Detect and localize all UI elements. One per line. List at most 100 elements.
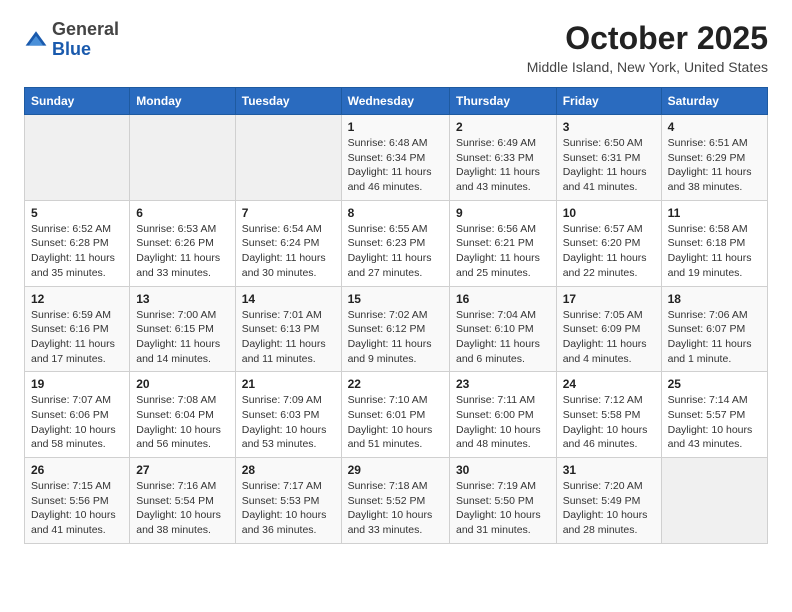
table-cell: 21 Sunrise: 7:09 AM Sunset: 6:03 PM Dayli…: [235, 372, 341, 458]
table-cell: 9 Sunrise: 6:56 AM Sunset: 6:21 PM Daylig…: [450, 200, 557, 286]
day-info: Sunrise: 7:09 AM Sunset: 6:03 PM Dayligh…: [242, 393, 335, 452]
day-number: 3: [563, 120, 655, 134]
day-info: Sunrise: 7:14 AM Sunset: 5:57 PM Dayligh…: [668, 393, 761, 452]
day-info: Sunrise: 7:12 AM Sunset: 5:58 PM Dayligh…: [563, 393, 655, 452]
table-cell: 12Sunrise: 6:59 AM Sunset: 6:16 PM Dayli…: [25, 286, 130, 372]
table-cell: 19 Sunrise: 7:07 AM Sunset: 6:06 PM Dayli…: [25, 372, 130, 458]
logo-icon: [24, 28, 48, 52]
table-cell: 31 Sunrise: 7:20 AM Sunset: 5:49 PM Dayli…: [556, 458, 661, 544]
calendar-week-5: 26 Sunrise: 7:15 AM Sunset: 5:56 PM Dayli…: [25, 458, 768, 544]
day-info: Sunrise: 7:16 AM Sunset: 5:54 PM Dayligh…: [136, 479, 229, 538]
table-cell: [661, 458, 767, 544]
logo: General Blue: [24, 20, 119, 60]
day-number: 9: [456, 206, 550, 220]
day-info: Sunrise: 7:11 AM Sunset: 6:00 PM Dayligh…: [456, 393, 550, 452]
day-info: Sunrise: 7:10 AM Sunset: 6:01 PM Dayligh…: [348, 393, 443, 452]
day-number: 13: [136, 292, 229, 306]
day-number: 8: [348, 206, 443, 220]
day-number: 4: [668, 120, 761, 134]
calendar-week-3: 12Sunrise: 6:59 AM Sunset: 6:16 PM Dayli…: [25, 286, 768, 372]
weekday-header-thursday: Thursday: [450, 88, 557, 115]
logo-general: General: [52, 19, 119, 39]
day-info: Sunrise: 7:07 AM Sunset: 6:06 PM Dayligh…: [31, 393, 123, 452]
table-cell: 17Sunrise: 7:05 AM Sunset: 6:09 PM Dayli…: [556, 286, 661, 372]
table-cell: 29 Sunrise: 7:18 AM Sunset: 5:52 PM Dayli…: [341, 458, 449, 544]
location: Middle Island, New York, United States: [527, 59, 768, 75]
day-number: 16: [456, 292, 550, 306]
day-info: Sunrise: 6:56 AM Sunset: 6:21 PM Dayligh…: [456, 222, 550, 281]
day-info: Sunrise: 6:50 AM Sunset: 6:31 PM Dayligh…: [563, 136, 655, 195]
day-info: Sunrise: 6:53 AM Sunset: 6:26 PM Dayligh…: [136, 222, 229, 281]
day-info: Sunrise: 7:17 AM Sunset: 5:53 PM Dayligh…: [242, 479, 335, 538]
day-info: Sunrise: 7:01 AM Sunset: 6:13 PM Dayligh…: [242, 308, 335, 367]
page-header: General Blue October 2025 Middle Island,…: [24, 20, 768, 75]
day-number: 29: [348, 463, 443, 477]
table-cell: 20Sunrise: 7:08 AM Sunset: 6:04 PM Dayli…: [130, 372, 236, 458]
day-number: 1: [348, 120, 443, 134]
table-cell: 28 Sunrise: 7:17 AM Sunset: 5:53 PM Dayli…: [235, 458, 341, 544]
calendar-week-1: 1 Sunrise: 6:48 AM Sunset: 6:34 PM Daylig…: [25, 115, 768, 201]
day-number: 10: [563, 206, 655, 220]
table-cell: 13Sunrise: 7:00 AM Sunset: 6:15 PM Dayli…: [130, 286, 236, 372]
day-number: 20: [136, 377, 229, 391]
day-info: Sunrise: 7:19 AM Sunset: 5:50 PM Dayligh…: [456, 479, 550, 538]
day-number: 31: [563, 463, 655, 477]
month-title: October 2025: [527, 20, 768, 57]
day-number: 25: [668, 377, 761, 391]
day-info: Sunrise: 7:18 AM Sunset: 5:52 PM Dayligh…: [348, 479, 443, 538]
calendar-table: SundayMondayTuesdayWednesdayThursdayFrid…: [24, 87, 768, 544]
calendar-week-2: 5Sunrise: 6:52 AM Sunset: 6:28 PM Daylig…: [25, 200, 768, 286]
table-cell: 16 Sunrise: 7:04 AM Sunset: 6:10 PM Dayli…: [450, 286, 557, 372]
day-number: 22: [348, 377, 443, 391]
day-info: Sunrise: 6:54 AM Sunset: 6:24 PM Dayligh…: [242, 222, 335, 281]
weekday-header-row: SundayMondayTuesdayWednesdayThursdayFrid…: [25, 88, 768, 115]
table-cell: 2 Sunrise: 6:49 AM Sunset: 6:33 PM Daylig…: [450, 115, 557, 201]
day-info: Sunrise: 7:20 AM Sunset: 5:49 PM Dayligh…: [563, 479, 655, 538]
table-cell: 30 Sunrise: 7:19 AM Sunset: 5:50 PM Dayli…: [450, 458, 557, 544]
day-info: Sunrise: 6:58 AM Sunset: 6:18 PM Dayligh…: [668, 222, 761, 281]
day-info: Sunrise: 6:48 AM Sunset: 6:34 PM Dayligh…: [348, 136, 443, 195]
table-cell: [130, 115, 236, 201]
table-cell: 7Sunrise: 6:54 AM Sunset: 6:24 PM Daylig…: [235, 200, 341, 286]
table-cell: 10 Sunrise: 6:57 AM Sunset: 6:20 PM Dayli…: [556, 200, 661, 286]
table-cell: 6 Sunrise: 6:53 AM Sunset: 6:26 PM Daylig…: [130, 200, 236, 286]
table-cell: [235, 115, 341, 201]
day-number: 30: [456, 463, 550, 477]
day-number: 28: [242, 463, 335, 477]
weekday-header-monday: Monday: [130, 88, 236, 115]
weekday-header-tuesday: Tuesday: [235, 88, 341, 115]
table-cell: 27Sunrise: 7:16 AM Sunset: 5:54 PM Dayli…: [130, 458, 236, 544]
day-number: 19: [31, 377, 123, 391]
title-block: October 2025 Middle Island, New York, Un…: [527, 20, 768, 75]
day-number: 15: [348, 292, 443, 306]
day-number: 12: [31, 292, 123, 306]
table-cell: 23 Sunrise: 7:11 AM Sunset: 6:00 PM Dayli…: [450, 372, 557, 458]
day-info: Sunrise: 6:52 AM Sunset: 6:28 PM Dayligh…: [31, 222, 123, 281]
day-info: Sunrise: 6:51 AM Sunset: 6:29 PM Dayligh…: [668, 136, 761, 195]
day-number: 2: [456, 120, 550, 134]
day-info: Sunrise: 6:49 AM Sunset: 6:33 PM Dayligh…: [456, 136, 550, 195]
day-number: 21: [242, 377, 335, 391]
day-number: 11: [668, 206, 761, 220]
logo-text: General Blue: [52, 20, 119, 60]
day-info: Sunrise: 6:55 AM Sunset: 6:23 PM Dayligh…: [348, 222, 443, 281]
table-cell: 3 Sunrise: 6:50 AM Sunset: 6:31 PM Daylig…: [556, 115, 661, 201]
table-cell: 11 Sunrise: 6:58 AM Sunset: 6:18 PM Dayli…: [661, 200, 767, 286]
day-number: 17: [563, 292, 655, 306]
day-number: 18: [668, 292, 761, 306]
day-number: 6: [136, 206, 229, 220]
day-info: Sunrise: 7:04 AM Sunset: 6:10 PM Dayligh…: [456, 308, 550, 367]
table-cell: 15Sunrise: 7:02 AM Sunset: 6:12 PM Dayli…: [341, 286, 449, 372]
day-number: 23: [456, 377, 550, 391]
table-cell: 5Sunrise: 6:52 AM Sunset: 6:28 PM Daylig…: [25, 200, 130, 286]
table-cell: [25, 115, 130, 201]
table-cell: 8 Sunrise: 6:55 AM Sunset: 6:23 PM Daylig…: [341, 200, 449, 286]
day-info: Sunrise: 7:06 AM Sunset: 6:07 PM Dayligh…: [668, 308, 761, 367]
table-cell: 14Sunrise: 7:01 AM Sunset: 6:13 PM Dayli…: [235, 286, 341, 372]
day-info: Sunrise: 7:15 AM Sunset: 5:56 PM Dayligh…: [31, 479, 123, 538]
table-cell: 24 Sunrise: 7:12 AM Sunset: 5:58 PM Dayli…: [556, 372, 661, 458]
day-number: 24: [563, 377, 655, 391]
weekday-header-friday: Friday: [556, 88, 661, 115]
day-number: 26: [31, 463, 123, 477]
day-info: Sunrise: 6:57 AM Sunset: 6:20 PM Dayligh…: [563, 222, 655, 281]
